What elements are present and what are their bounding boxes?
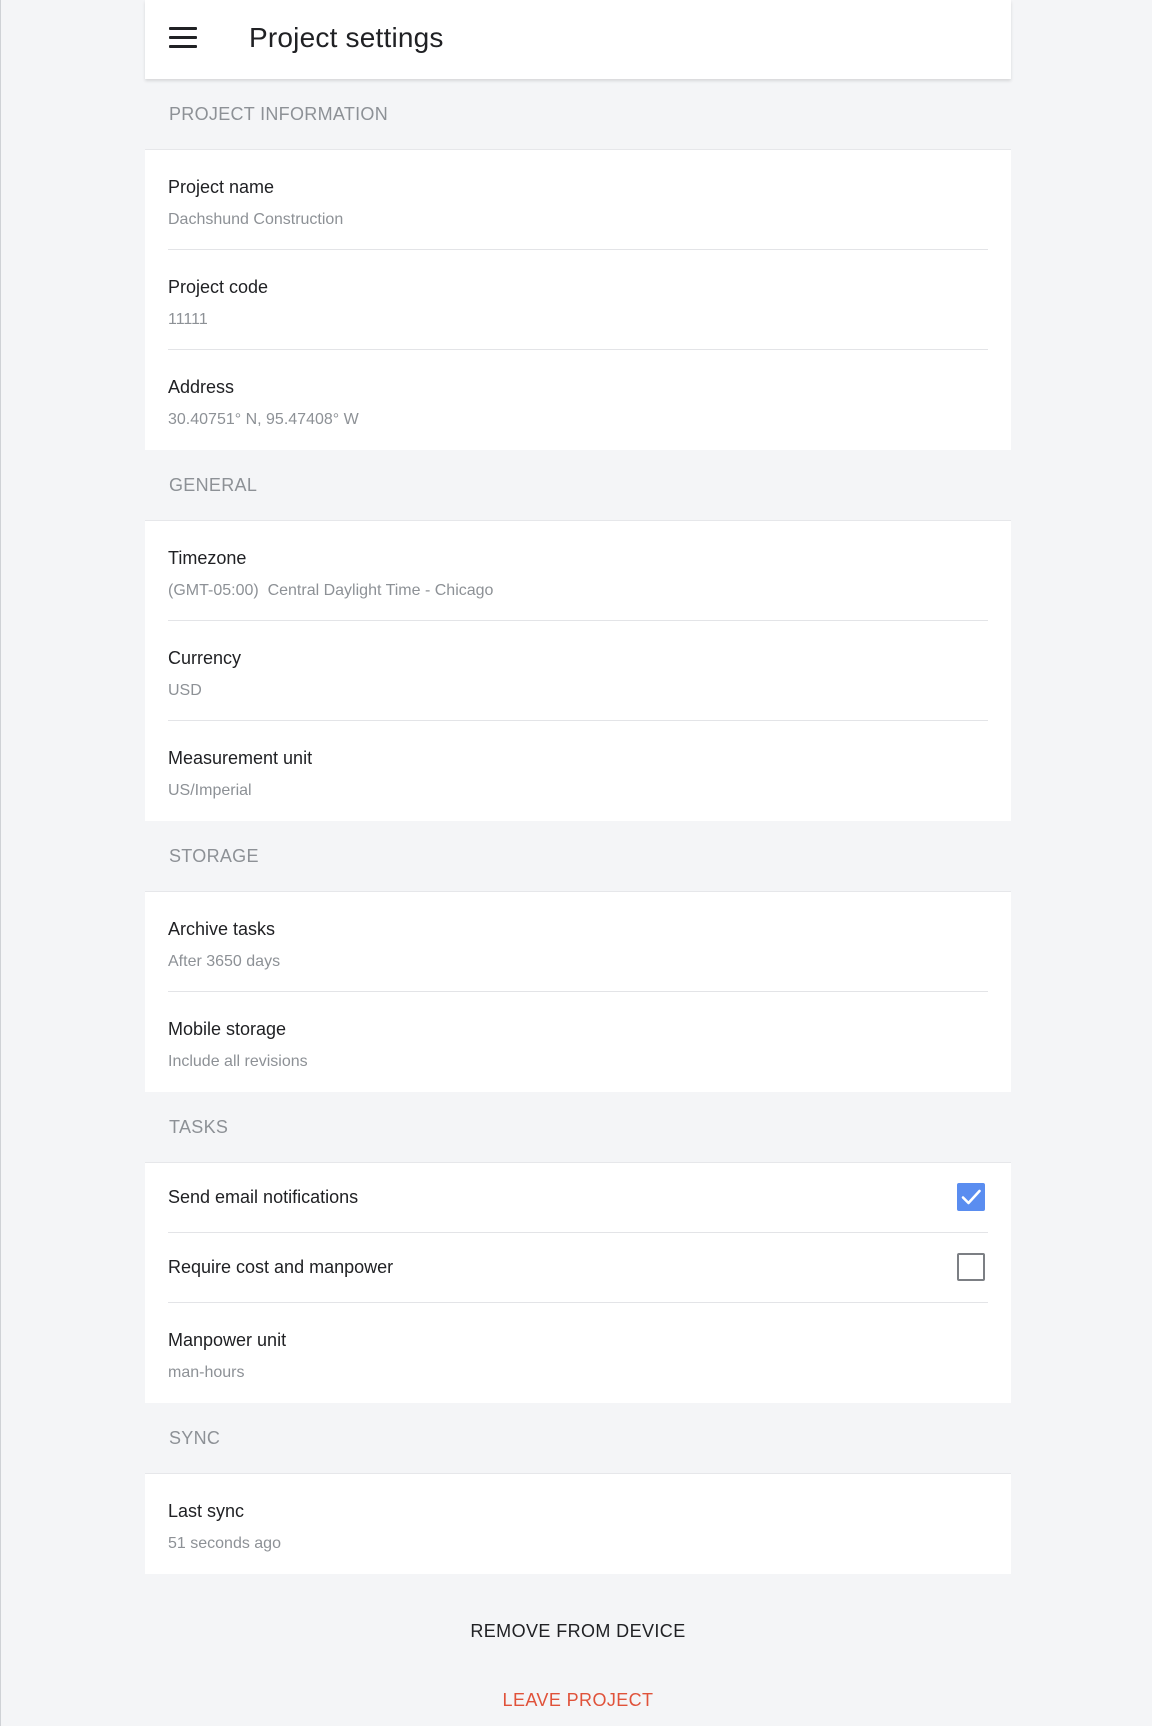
setting-label: Archive tasks xyxy=(168,919,276,939)
setting-label: Measurement unit xyxy=(168,748,313,768)
setting-label: Address xyxy=(168,377,235,397)
setting-row-manpower-unit[interactable]: Manpower unit man-hours xyxy=(168,1303,988,1403)
setting-row-send-email-notifications[interactable]: Send email notifications xyxy=(168,1163,988,1233)
setting-row-project-name[interactable]: Project name Dachshund Construction xyxy=(168,150,988,250)
setting-value: man-hours xyxy=(168,1364,245,1381)
project-information-card: Project name Dachshund Construction Proj… xyxy=(145,149,1011,450)
section-header-sync: SYNC xyxy=(169,1427,221,1448)
settings-column: Project settings PROJECT INFORMATION Pro… xyxy=(145,0,1011,1724)
section-header-tasks: TASKS xyxy=(169,1116,229,1137)
setting-label: Mobile storage xyxy=(168,1019,287,1039)
general-card: Timezone (GMT-05:00) Central Daylight Ti… xyxy=(145,520,1011,821)
setting-value: After 3650 days xyxy=(168,953,281,970)
setting-row-mobile-storage[interactable]: Mobile storage Include all revisions xyxy=(168,992,988,1092)
setting-value: USD xyxy=(168,682,202,699)
setting-label: Currency xyxy=(168,648,242,668)
setting-value: Include all revisions xyxy=(168,1053,308,1070)
setting-row-measurement-unit[interactable]: Measurement unit US/Imperial xyxy=(168,721,988,821)
setting-value: 30.40751° N, 95.47408° W xyxy=(168,411,359,428)
setting-value: 11111 xyxy=(168,311,208,328)
storage-card: Archive tasks After 3650 days Mobile sto… xyxy=(145,891,1011,1092)
setting-label: Timezone xyxy=(168,548,247,568)
project-settings-page: Project settings PROJECT INFORMATION Pro… xyxy=(0,0,1152,1726)
setting-row-currency[interactable]: Currency USD xyxy=(168,621,988,721)
setting-row-timezone[interactable]: Timezone (GMT-05:00) Central Daylight Ti… xyxy=(168,521,988,621)
setting-label: Project code xyxy=(168,277,269,297)
leave-project-button[interactable]: LEAVE PROJECT xyxy=(145,1690,1011,1711)
setting-value: US/Imperial xyxy=(168,782,252,799)
setting-label: Send email notifications xyxy=(168,1187,359,1207)
require-cost-checkbox[interactable] xyxy=(957,1253,985,1281)
setting-row-archive-tasks[interactable]: Archive tasks After 3650 days xyxy=(168,892,988,992)
tasks-card: Send email notifications Require cost an… xyxy=(145,1162,1011,1403)
setting-value: Dachshund Construction xyxy=(168,211,344,228)
send-email-checkbox[interactable] xyxy=(957,1183,985,1211)
section-header-project-information: PROJECT INFORMATION xyxy=(169,103,389,124)
sync-card: Last sync 51 seconds ago xyxy=(145,1473,1011,1574)
section-header-storage: STORAGE xyxy=(169,845,259,866)
hamburger-menu-icon[interactable] xyxy=(169,27,197,51)
setting-value: 51 seconds ago xyxy=(168,1535,281,1552)
setting-label: Last sync xyxy=(168,1501,245,1521)
setting-value: (GMT-05:00) Central Daylight Time - Chic… xyxy=(168,582,494,599)
section-header-general: GENERAL xyxy=(169,474,258,495)
setting-row-require-cost-and-manpower[interactable]: Require cost and manpower xyxy=(168,1233,988,1303)
left-border xyxy=(0,0,1,1726)
setting-label: Require cost and manpower xyxy=(168,1257,394,1277)
checkmark-icon xyxy=(961,1189,981,1205)
setting-label: Project name xyxy=(168,177,275,197)
page-title: Project settings xyxy=(249,22,444,53)
setting-row-address[interactable]: Address 30.40751° N, 95.47408° W xyxy=(168,350,988,450)
setting-row-project-code[interactable]: Project code 11111 xyxy=(168,250,988,350)
setting-row-last-sync[interactable]: Last sync 51 seconds ago xyxy=(168,1474,988,1574)
setting-label: Manpower unit xyxy=(168,1330,287,1350)
app-bar: Project settings xyxy=(145,0,1011,79)
actions-area: REMOVE FROM DEVICE LEAVE PROJECT xyxy=(145,1574,1011,1724)
remove-from-device-button[interactable]: REMOVE FROM DEVICE xyxy=(145,1621,1011,1642)
